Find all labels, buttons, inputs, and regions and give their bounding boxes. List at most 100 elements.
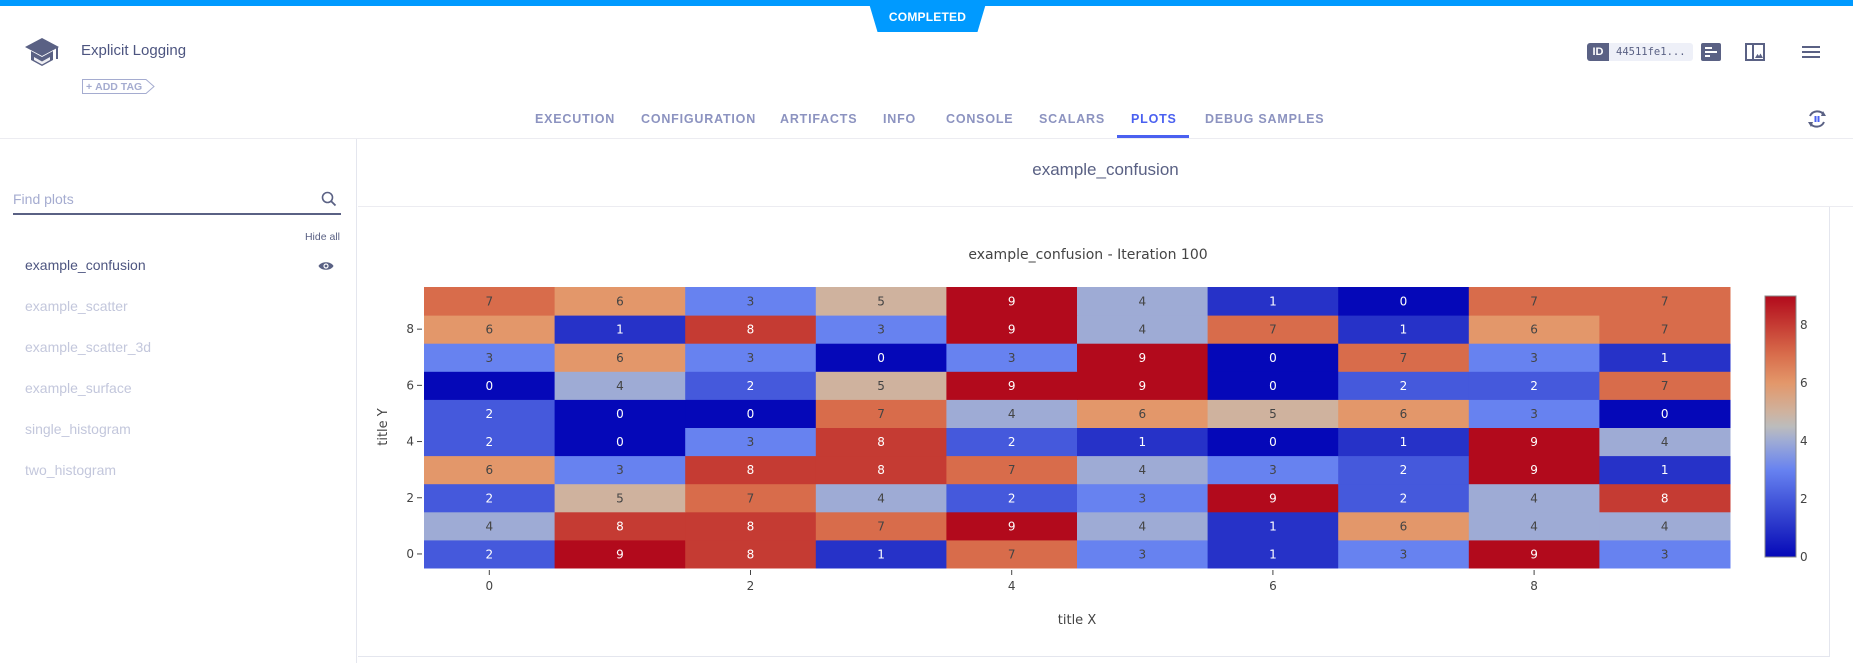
heatmap-cell-label: 5 (616, 491, 624, 505)
heatmap-cell-label: 7 (1008, 547, 1016, 561)
id-key: ID (1587, 43, 1609, 61)
details-panel-icon[interactable] (1701, 43, 1721, 61)
heatmap-cell-label: 0 (1269, 435, 1277, 449)
heatmap-cell-label: 0 (1269, 379, 1277, 393)
heatmap-cell-label: 8 (877, 435, 885, 449)
heatmap-cell-label: 2 (1400, 379, 1408, 393)
y-tick-label: 4 (406, 435, 414, 449)
y-axis-ticks: 0 2 4 6 8 (406, 322, 422, 561)
eye-icon[interactable] (318, 260, 334, 272)
heatmap-cell-label: 6 (616, 295, 624, 309)
hide-all-button[interactable]: Hide all (305, 231, 340, 243)
tab-info[interactable]: INFO (883, 112, 916, 126)
heatmap-cell-label: 3 (747, 435, 755, 449)
tab-artifacts[interactable]: ARTIFACTS (780, 112, 857, 126)
heatmap-cell-label: 7 (877, 519, 885, 533)
x-tick-label: 2 (747, 579, 755, 593)
tab-plots[interactable]: PLOTS (1131, 112, 1177, 126)
heatmap-cell-label: 9 (616, 547, 624, 561)
plot-item-single-histogram[interactable]: single_histogram (25, 421, 131, 437)
x-tick-label: 6 (1269, 579, 1277, 593)
heatmap-cell-label: 7 (747, 491, 755, 505)
heatmap-cell-label: 4 (877, 491, 885, 505)
heatmap-cell-label: 2 (747, 379, 755, 393)
heatmap-cell-label: 7 (1400, 351, 1408, 365)
colorbar-tick-label: 8 (1800, 318, 1808, 332)
search-icon[interactable] (321, 191, 337, 207)
heatmap-cell-label: 8 (1661, 491, 1669, 505)
heatmap-cell-label: 7 (1008, 463, 1016, 477)
heatmap-cell-label: 3 (1008, 351, 1016, 365)
add-tag-label: ADD TAG (95, 80, 143, 93)
heatmap-cell-label: 7 (1661, 379, 1669, 393)
heatmap-cell-label: 0 (1400, 295, 1408, 309)
tab-configuration[interactable]: CONFIGURATION (641, 112, 756, 126)
tab-scalars[interactable]: SCALARS (1039, 112, 1105, 126)
plot-item-example-confusion[interactable]: example_confusion (25, 257, 146, 273)
heatmap-cell-label: 3 (877, 323, 885, 337)
plot-item-example-scatter-3d[interactable]: example_scatter_3d (25, 339, 151, 355)
heatmap-cell-label: 1 (1269, 547, 1277, 561)
plot-section-title: example_confusion (1032, 160, 1179, 179)
colorbar (1764, 295, 1797, 558)
heatmap-cell-label: 2 (485, 435, 493, 449)
auto-refresh-paused-icon[interactable] (1806, 108, 1828, 130)
heatmap-cell-label: 0 (1661, 407, 1669, 421)
heatmap-cell-label: 6 (1138, 407, 1146, 421)
heatmap-chart[interactable]: example_confusion - Iteration 100 2 9 8 1 7 3… (358, 207, 1830, 657)
plot-item-example-scatter[interactable]: example_scatter (25, 298, 128, 314)
plot-item-example-surface[interactable]: example_surface (25, 380, 132, 396)
heatmap-cell-label: 8 (877, 463, 885, 477)
heatmap-cell-label: 9 (1138, 351, 1146, 365)
heatmap-cell-label: 6 (1530, 323, 1538, 337)
heatmap-cell-label: 4 (485, 519, 493, 533)
heatmap-cell-label: 0 (877, 351, 885, 365)
x-axis-label: title X (1058, 613, 1097, 628)
heatmap-cell-label: 7 (1530, 295, 1538, 309)
add-tag-button[interactable]: + ADD TAG (81, 78, 156, 95)
x-tick-label: 8 (1530, 579, 1538, 593)
heatmap-cell-label: 3 (1400, 547, 1408, 561)
heatmap-cell-label: 9 (1530, 435, 1538, 449)
heatmap-cell-label: 9 (1008, 519, 1016, 533)
heatmap-cell-label: 2 (485, 491, 493, 505)
heatmap-cell-label: 8 (616, 519, 624, 533)
tab-console[interactable]: CONSOLE (946, 112, 1013, 126)
y-tick-label: 8 (406, 322, 414, 336)
plot-item-two-histogram[interactable]: two_histogram (25, 462, 116, 478)
experiment-id-badge[interactable]: ID 44511fe1... (1587, 43, 1693, 61)
heatmap-cell-label: 8 (747, 463, 755, 477)
heatmap-cell-label: 6 (485, 463, 493, 477)
heatmap-cell-label: 9 (1530, 463, 1538, 477)
heatmap-cell-label: 4 (1530, 519, 1538, 533)
plots-sidebar: Hide all example_confusion example_scatt… (0, 139, 357, 663)
heatmap-cell-label: 7 (1661, 323, 1669, 337)
heatmap-cell-label: 9 (1008, 323, 1016, 337)
heatmap-cell-label: 1 (1269, 519, 1277, 533)
heatmap-cell-label: 0 (616, 435, 624, 449)
add-tag-plus-icon: + (86, 80, 93, 93)
heatmap-cell-label: 4 (1138, 463, 1146, 477)
layout-toggle-icon[interactable] (1745, 43, 1765, 61)
heatmap-cell-label: 4 (1661, 435, 1669, 449)
heatmap-cell-label: 3 (1138, 491, 1146, 505)
heatmap-cell-label: 5 (877, 295, 885, 309)
y-tick-label: 0 (406, 547, 414, 561)
colorbar-tick-label: 6 (1800, 376, 1808, 390)
heatmap-cell-label: 2 (485, 547, 493, 561)
tab-execution[interactable]: EXECUTION (535, 112, 615, 126)
heatmap-cell-label: 1 (1400, 435, 1408, 449)
heatmap-cell-label: 3 (1530, 407, 1538, 421)
experiment-icon (25, 38, 59, 66)
heatmap-cell-label: 3 (747, 295, 755, 309)
menu-icon[interactable] (1802, 43, 1820, 61)
heatmap-cell-label: 4 (616, 379, 624, 393)
heatmap-cell-label: 6 (616, 351, 624, 365)
tab-bar: EXECUTION CONFIGURATION ARTIFACTS INFO C… (0, 100, 1853, 138)
colorbar-tick-label: 2 (1800, 492, 1808, 506)
search-input[interactable] (13, 185, 303, 213)
heatmap-cell-label: 7 (1269, 323, 1277, 337)
tab-debug-samples[interactable]: DEBUG SAMPLES (1205, 112, 1324, 126)
heatmap-cell-label: 3 (1138, 547, 1146, 561)
heatmap-cell-label: 1 (877, 547, 885, 561)
